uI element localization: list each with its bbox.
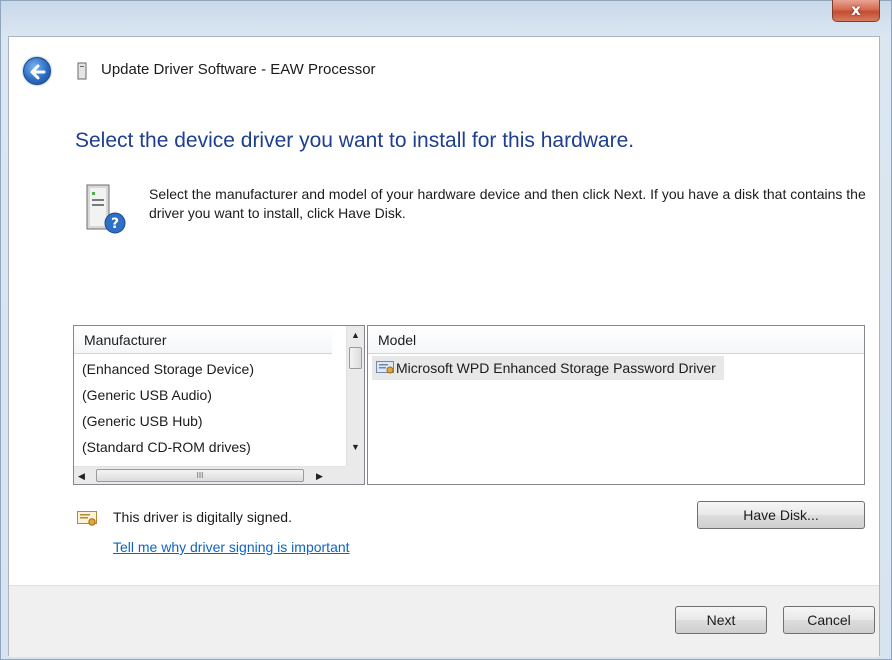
certificate-icon	[376, 361, 394, 374]
device-icon	[77, 62, 87, 80]
manufacturer-list[interactable]: Manufacturer (Enhanced Storage Device) (…	[73, 325, 365, 485]
model-list-item[interactable]: Microsoft WPD Enhanced Storage Password …	[372, 356, 724, 380]
back-arrow-icon	[30, 64, 46, 80]
list-item[interactable]: (Generic USB Audio)	[74, 382, 332, 408]
dialog-header: Update Driver Software - EAW Processor	[9, 37, 879, 101]
hardware-help-icon: ?	[86, 184, 126, 234]
signature-status: This driver is digitally signed.	[113, 509, 292, 525]
list-item[interactable]: (Generic USB Hub)	[74, 408, 332, 434]
driver-signing-link[interactable]: Tell me why driver signing is important	[113, 539, 350, 555]
main-instruction: Select the device driver you want to ins…	[75, 129, 635, 152]
dialog-client-area: Update Driver Software - EAW Processor S…	[8, 36, 880, 657]
dialog-footer: Next Cancel	[9, 585, 879, 657]
scroll-up-arrow-icon[interactable]: ▲	[347, 326, 364, 344]
scroll-down-arrow-icon[interactable]: ▼	[347, 438, 364, 456]
manufacturer-header[interactable]: Manufacturer	[74, 326, 332, 354]
scroll-thumb[interactable]	[349, 347, 362, 369]
vertical-scrollbar[interactable]: ▲ ▼	[346, 326, 364, 466]
back-button[interactable]	[23, 57, 51, 85]
list-item[interactable]: (Enhanced Storage Device)	[74, 356, 332, 382]
list-item[interactable]: (Standard CD-ROM drives)	[74, 434, 332, 460]
cancel-button[interactable]: Cancel	[783, 606, 875, 634]
have-disk-button[interactable]: Have Disk...	[697, 501, 865, 529]
model-list[interactable]: Model Microsoft WPD Enhanced Storage Pas…	[367, 325, 865, 485]
description-text: Select the manufacturer and model of you…	[149, 186, 866, 221]
next-button[interactable]: Next	[675, 606, 767, 634]
scrollbar-corner	[346, 466, 364, 484]
horizontal-scroll-thumb[interactable]: III	[96, 469, 304, 482]
scroll-left-arrow-icon[interactable]: ◀	[78, 467, 85, 484]
model-item-label: Microsoft WPD Enhanced Storage Password …	[396, 360, 716, 376]
model-header[interactable]: Model	[368, 326, 864, 354]
certificate-icon	[77, 511, 97, 526]
svg-text:?: ?	[111, 216, 119, 232]
horizontal-scrollbar[interactable]: ◀ III ▶	[74, 466, 364, 484]
scroll-right-arrow-icon[interactable]: ▶	[316, 467, 323, 484]
close-button[interactable]: x	[832, 0, 880, 22]
title-bar: x	[0, 0, 892, 36]
manufacturer-items: (Enhanced Storage Device) (Generic USB A…	[74, 356, 332, 460]
window-title: Update Driver Software - EAW Processor	[101, 61, 376, 78]
